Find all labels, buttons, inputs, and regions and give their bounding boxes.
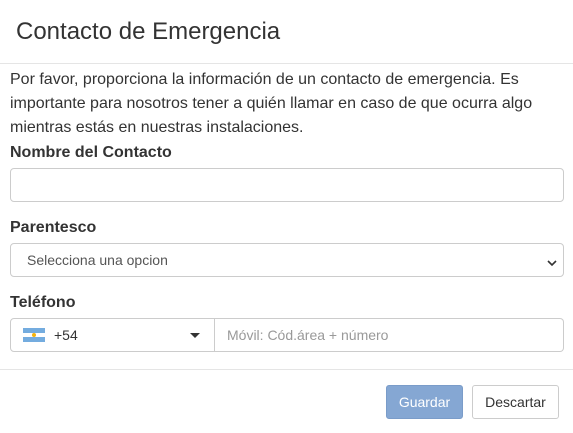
relationship-label: Parentesco (10, 219, 97, 236)
save-button[interactable]: Guardar (386, 385, 463, 419)
country-code-dropdown[interactable]: +54 (10, 318, 215, 352)
intro-text: Por favor, proporciona la información de… (10, 71, 533, 136)
contact-name-input[interactable] (10, 168, 564, 202)
modal-header: Contacto de Emergencia (0, 0, 573, 64)
phone-field: +54 Móvil: Cód.área + número (10, 318, 564, 352)
relationship-selected-value: Selecciona una opcion (27, 252, 168, 268)
discard-button[interactable]: Descartar (472, 385, 559, 419)
emergency-contact-modal: Contacto de Emergencia Por favor, propor… (0, 0, 573, 433)
chevron-down-icon (547, 255, 557, 267)
contact-name-label: Nombre del Contacto (10, 144, 172, 161)
relationship-select[interactable]: Selecciona una opcion (10, 243, 564, 277)
phone-number-input[interactable]: Móvil: Cód.área + número (215, 318, 564, 352)
country-code: +54 (54, 327, 78, 343)
phone-placeholder: Móvil: Cód.área + número (227, 327, 389, 343)
phone-label: Teléfono (10, 294, 76, 311)
modal-title: Contacto de Emergencia (16, 17, 281, 45)
modal-footer: Guardar Descartar (0, 369, 573, 433)
modal-body: Por favor, proporciona la información de… (0, 64, 573, 352)
argentina-flag-icon (23, 328, 45, 342)
caret-down-icon (190, 332, 200, 338)
